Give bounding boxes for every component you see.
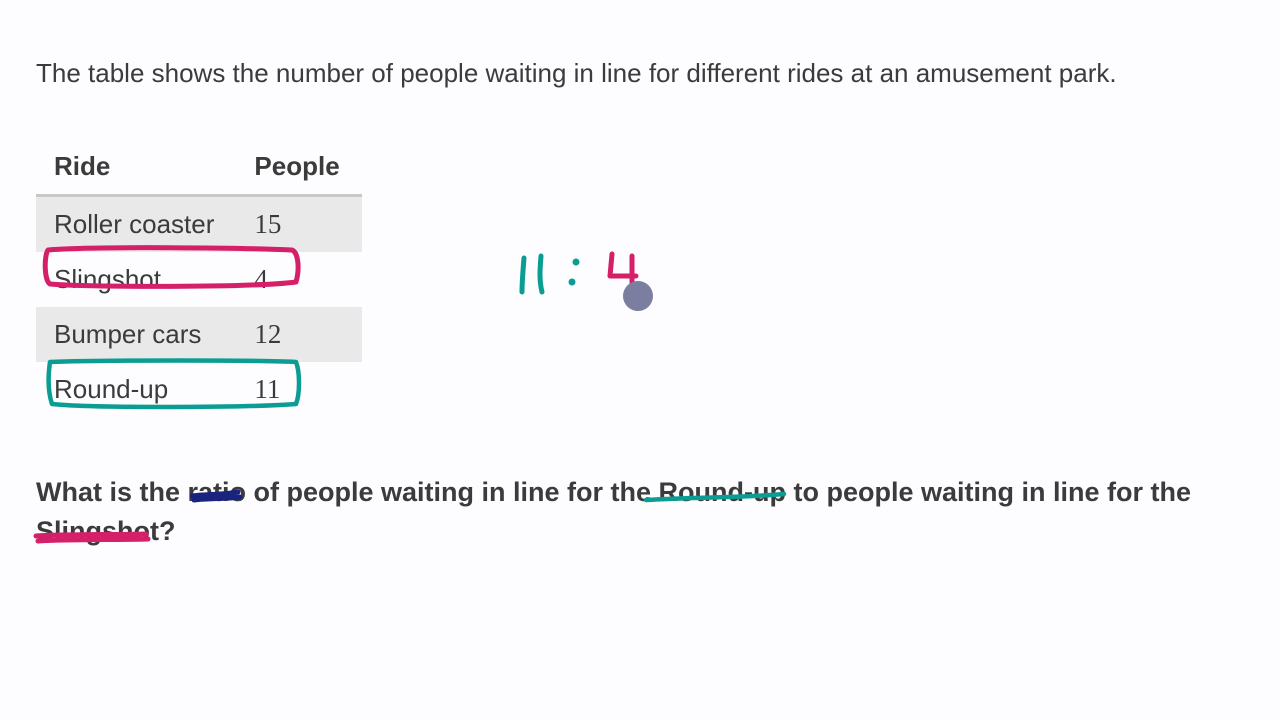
people-cell: 12 (236, 307, 361, 362)
table-row: Bumper cars 12 (36, 307, 362, 362)
intro-text: The table shows the number of people wai… (36, 56, 1244, 91)
table-row: Round-up 11 (36, 362, 362, 417)
table-row: Slingshot 4 (36, 252, 362, 307)
ride-cell: Round-up (36, 362, 236, 417)
people-cell: 4 (236, 252, 361, 307)
col-header-ride: Ride (36, 139, 236, 196)
people-cell: 11 (236, 362, 361, 417)
rides-table: Ride People Roller coaster 15 Slingshot … (36, 139, 362, 417)
ride-cell: Roller coaster (36, 196, 236, 253)
col-header-people: People (236, 139, 361, 196)
people-cell: 15 (236, 196, 361, 253)
ride-cell: Bumper cars (36, 307, 236, 362)
table-row: Roller coaster 15 (36, 196, 362, 253)
ride-cell: Slingshot (36, 252, 236, 307)
question-text: What is the ratio of people waiting in l… (36, 473, 1244, 551)
